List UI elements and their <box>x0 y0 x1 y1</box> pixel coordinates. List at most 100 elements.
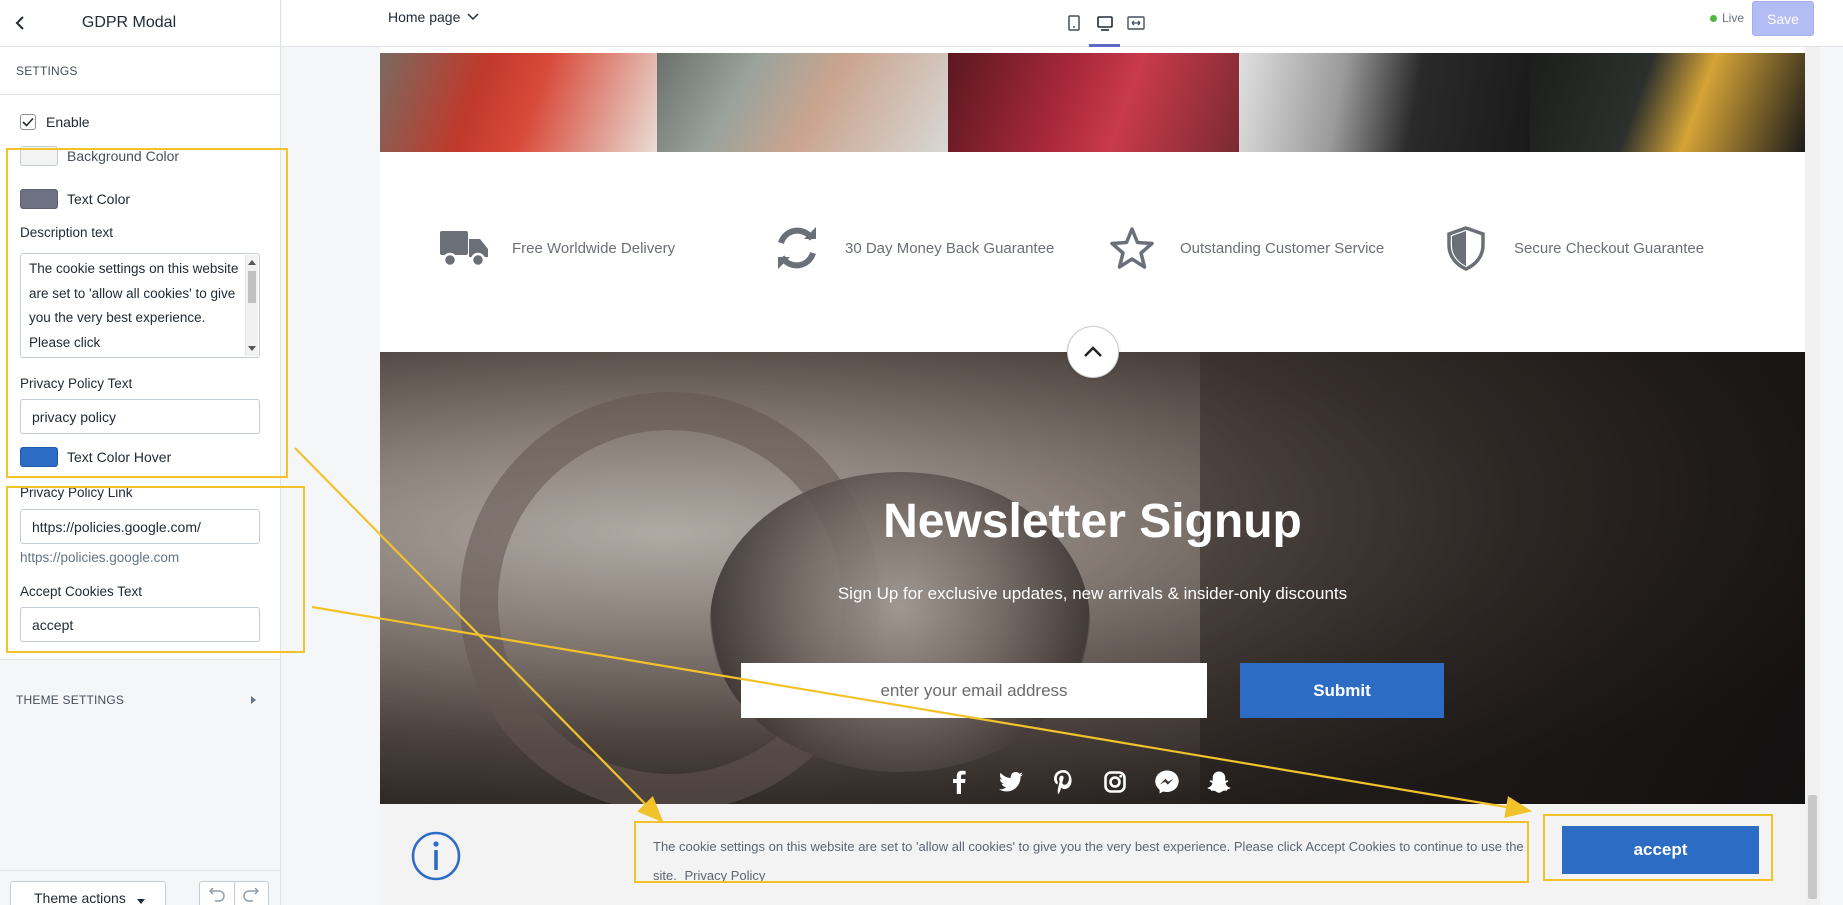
sidebar-header: GDPR Modal <box>0 0 280 47</box>
newsletter-submit-button[interactable]: Submit <box>1240 663 1444 718</box>
background-color-row[interactable]: Background Color <box>20 146 179 166</box>
photo-strip <box>380 53 1805 152</box>
snapchat-icon[interactable] <box>1193 767 1245 797</box>
settings-heading: SETTINGS <box>16 63 78 78</box>
social-links <box>933 767 1245 797</box>
theme-actions-button[interactable]: Theme actions <box>10 881 166 905</box>
textarea-scrollbar[interactable] <box>245 255 258 356</box>
caret-down-icon <box>137 899 145 904</box>
undo-icon <box>208 888 225 902</box>
theme-settings-label: THEME SETTINGS <box>16 693 125 707</box>
page-selector[interactable]: Home page <box>388 9 479 25</box>
accept-cookies-button[interactable]: accept <box>1562 826 1759 874</box>
theme-settings-toggle[interactable]: THEME SETTINGS <box>0 682 280 718</box>
live-label: Live <box>1722 11 1745 25</box>
redo-icon <box>243 888 260 902</box>
preview-scrollbar[interactable] <box>1805 47 1820 905</box>
truck-icon <box>438 224 490 272</box>
feature-item: 30 Day Money Back Guarantee <box>771 224 1054 272</box>
newsletter-section: Newsletter Signup Sign Up for exclusive … <box>380 352 1805 804</box>
scroll-up-icon[interactable] <box>248 260 256 265</box>
enable-checkbox[interactable] <box>20 114 36 130</box>
text-color-hover-swatch[interactable] <box>20 447 58 467</box>
desktop-view-button[interactable] <box>1089 8 1120 47</box>
section-title: GDPR Modal <box>81 14 177 31</box>
editor-topbar: Home page Live Save <box>282 0 1843 47</box>
accept-text-input[interactable]: accept <box>20 607 260 642</box>
feature-label: 30 Day Money Back Guarantee <box>845 239 1055 257</box>
expand-horizontal-icon <box>1126 16 1145 30</box>
description-text: The cookie settings on this website are … <box>29 261 239 350</box>
gdpr-cookie-bar: The cookie settings on this website are … <box>380 804 1805 905</box>
settings-header: SETTINGS <box>0 47 280 95</box>
newsletter-email-input[interactable]: enter your email address <box>741 663 1207 718</box>
chevron-right-icon <box>251 696 256 704</box>
twitter-icon[interactable] <box>985 767 1037 797</box>
product-photo[interactable] <box>657 53 948 152</box>
feature-label: Free Worldwide Delivery <box>512 239 676 257</box>
newsletter-subtitle: Sign Up for exclusive updates, new arriv… <box>837 584 1348 603</box>
product-photo[interactable] <box>380 53 657 152</box>
chevron-up-icon <box>1084 346 1102 357</box>
device-switcher <box>1058 8 1151 47</box>
settings-sidebar: GDPR Modal SETTINGS Enable Background Co… <box>0 0 281 905</box>
theme-actions-label: Theme actions <box>34 890 126 905</box>
undo-redo-group <box>199 881 269 905</box>
text-color-hover-label: Text Color Hover <box>67 449 172 465</box>
chevron-down-icon <box>467 13 479 21</box>
scroll-to-top-button[interactable] <box>1067 326 1119 378</box>
page-selector-label: Home page <box>388 9 461 25</box>
privacy-policy-link[interactable]: Privacy Policy <box>684 868 765 883</box>
desktop-icon <box>1096 15 1113 31</box>
text-color-hover-row[interactable]: Text Color Hover <box>20 447 171 467</box>
live-dot-icon <box>1710 14 1717 22</box>
features-section: Free Worldwide Delivery 30 Day Money Bac… <box>380 152 1805 352</box>
star-icon <box>1106 224 1158 272</box>
store-preview: Free Worldwide Delivery 30 Day Money Bac… <box>380 47 1805 905</box>
product-photo[interactable] <box>948 53 1239 152</box>
hero-overlay <box>380 352 1805 804</box>
shield-icon <box>1440 224 1492 272</box>
refresh-icon <box>771 224 823 272</box>
enable-label: Enable <box>46 114 90 130</box>
pinterest-icon[interactable] <box>1037 767 1089 797</box>
scroll-thumb[interactable] <box>248 271 256 303</box>
feature-item: Outstanding Customer Service <box>1106 224 1384 272</box>
privacy-text-input[interactable]: privacy policy <box>20 399 260 434</box>
cookie-message-text: The cookie settings on this website are … <box>653 839 1524 883</box>
product-photo[interactable] <box>1530 53 1805 152</box>
cookie-message: The cookie settings on this website are … <box>653 832 1533 890</box>
save-button[interactable]: Save <box>1752 1 1814 36</box>
text-color-row[interactable]: Text Color <box>20 189 130 209</box>
enable-row[interactable]: Enable <box>20 114 90 130</box>
text-color-swatch[interactable] <box>20 189 58 209</box>
preview-scroll-thumb[interactable] <box>1808 795 1817 899</box>
fullscreen-view-button[interactable] <box>1120 8 1151 38</box>
live-status: Live <box>1710 11 1744 25</box>
sidebar-footer: Theme actions <box>0 870 280 905</box>
facebook-icon[interactable] <box>933 767 985 797</box>
background-color-swatch[interactable] <box>20 146 58 166</box>
background-color-label: Background Color <box>67 148 180 164</box>
description-label: Description text <box>20 225 114 240</box>
back-button[interactable] <box>0 3 40 43</box>
privacy-link-input[interactable]: https://policies.google.com/ <box>20 509 260 544</box>
newsletter-title: Newsletter Signup <box>883 495 1302 548</box>
accept-text-label: Accept Cookies Text <box>20 584 143 599</box>
instagram-icon[interactable] <box>1089 767 1141 797</box>
description-textarea[interactable]: The cookie settings on this website are … <box>20 253 260 358</box>
chevron-left-icon <box>15 16 24 30</box>
redo-button[interactable] <box>235 882 269 905</box>
privacy-link-label: Privacy Policy Link <box>20 485 133 500</box>
undo-button[interactable] <box>200 882 235 905</box>
messenger-icon[interactable] <box>1141 767 1193 797</box>
mobile-view-button[interactable] <box>1058 8 1089 38</box>
scroll-down-icon[interactable] <box>248 346 256 351</box>
feature-item: Free Worldwide Delivery <box>438 224 675 272</box>
feature-label: Secure Checkout Guarantee <box>1514 239 1705 257</box>
info-icon <box>411 831 461 881</box>
settings-body: Enable Background Color Text Color Descr… <box>0 95 280 660</box>
product-photo[interactable] <box>1239 53 1530 152</box>
feature-item: Secure Checkout Guarantee <box>1440 224 1704 272</box>
check-icon <box>22 117 34 127</box>
